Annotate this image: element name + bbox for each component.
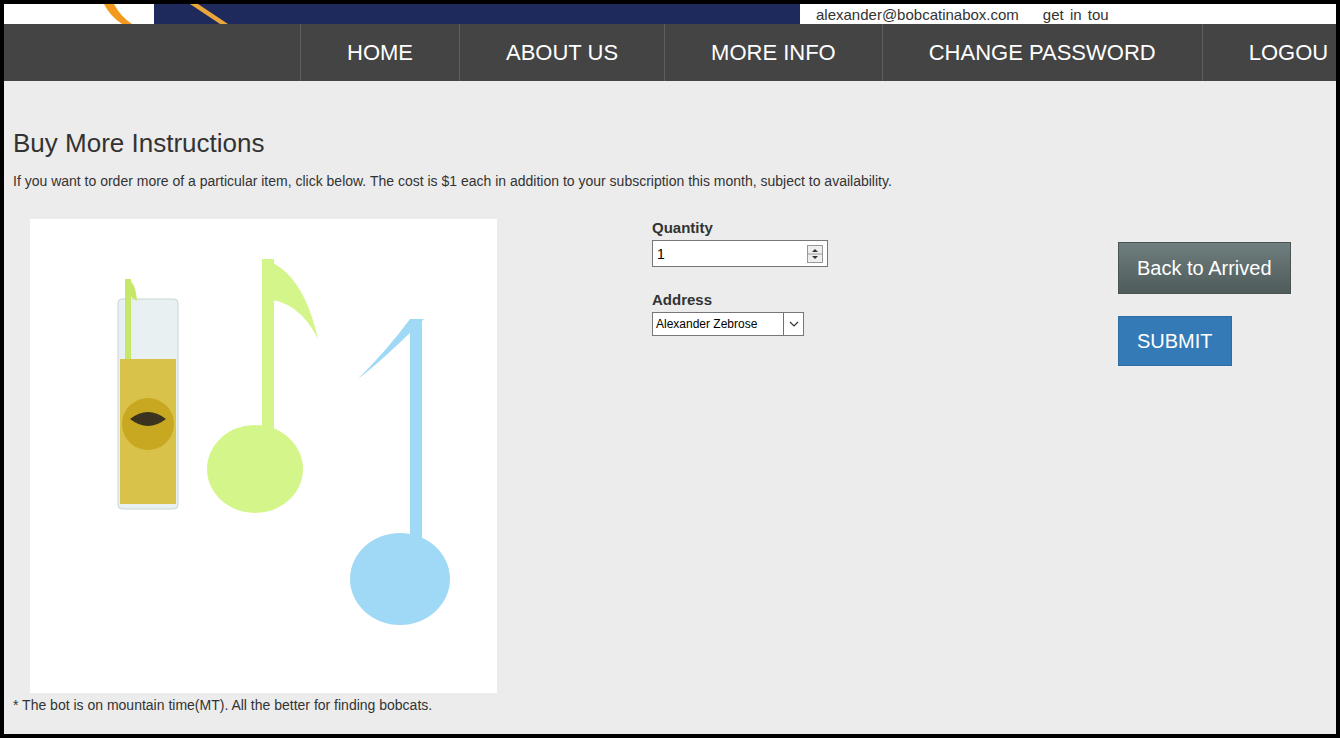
tea-strainer-icon — [30, 219, 497, 693]
product-image — [30, 219, 497, 693]
quantity-label: Quantity — [652, 219, 1118, 236]
quantity-input[interactable]: 1 — [652, 240, 828, 267]
account-email: alexander@bobcatinabox.com — [816, 6, 1019, 23]
nav-item[interactable]: CHANGE PASSWORD — [882, 24, 1202, 81]
nav-item[interactable]: ABOUT US — [459, 24, 664, 81]
address-label: Address — [652, 291, 1118, 308]
contact-link[interactable]: get in tou — [1043, 6, 1109, 23]
nav-item[interactable]: HOME — [300, 24, 459, 81]
footnote: * The bot is on mountain time(MT). All t… — [13, 697, 1327, 713]
quantity-value: 1 — [657, 246, 807, 262]
logo-icon — [100, 4, 800, 24]
nav-item[interactable]: MORE INFO — [664, 24, 882, 81]
content-row: Quantity 1 Address Alexander Zebrose Back to… — [13, 219, 1327, 693]
main-content: Buy More Instructions If you want to orde… — [4, 81, 1336, 734]
actions: Back to Arrived SUBMIT — [1118, 242, 1291, 693]
chevron-down-icon — [789, 321, 799, 327]
page-title: Buy More Instructions — [13, 128, 1327, 159]
address-value: Alexander Zebrose — [653, 313, 783, 335]
back-button[interactable]: Back to Arrived — [1118, 242, 1291, 294]
page-description: If you want to order more of a particula… — [13, 173, 1327, 189]
nav-bar: HOMEABOUT USMORE INFOCHANGE PASSWORDLOGO… — [4, 24, 1336, 81]
page: alexander@bobcatinabox.comget in touHOME… — [0, 0, 1340, 738]
dropdown-toggle[interactable] — [783, 313, 803, 335]
submit-button[interactable]: SUBMIT — [1118, 316, 1232, 366]
order-form: Quantity 1 Address Alexander Zebrose — [652, 219, 1118, 693]
nav-item[interactable]: LOGOU — [1202, 24, 1340, 81]
spinner-icon[interactable] — [807, 245, 823, 263]
address-select[interactable]: Alexander Zebrose — [652, 312, 804, 336]
site-header: alexander@bobcatinabox.com get in tou — [4, 4, 1336, 24]
